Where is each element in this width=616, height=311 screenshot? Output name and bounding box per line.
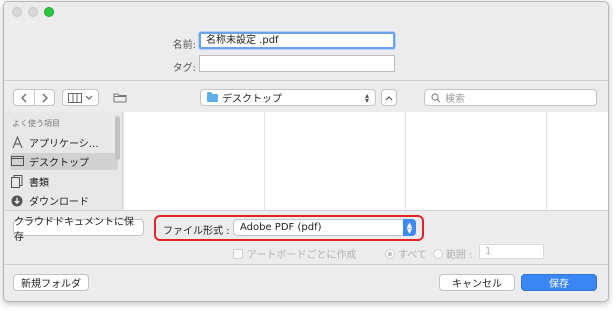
desktop-icon: [10, 155, 24, 169]
chevron-left-icon: [20, 93, 26, 102]
zoom-window-button[interactable]: [44, 7, 54, 17]
separator: [4, 264, 608, 265]
artboard-option: アートボードごとに作成: [233, 246, 356, 261]
column-divider[interactable]: [264, 112, 265, 210]
radio-range-label: 範囲 :: [445, 250, 473, 261]
sidebar-item-desktop[interactable]: デスクトップ: [10, 153, 118, 170]
column-view[interactable]: [124, 112, 608, 210]
range-input[interactable]: 1: [479, 244, 544, 259]
sidebar-item-label: ダウンロード: [29, 197, 89, 208]
tags-input[interactable]: [199, 55, 395, 72]
save-dialog: 名前: 名称未設定 .pdf タグ: デスクトップ ▴ ▾ 検索 よく使う項目 …: [3, 1, 609, 302]
folder-icon: [113, 93, 127, 103]
sidebar-item-downloads[interactable]: ダウンロード: [10, 192, 118, 209]
save-to-cloud-button[interactable]: クラウドドキュメントに保存: [13, 217, 144, 243]
applications-icon: [10, 136, 24, 150]
radio-all[interactable]: [385, 248, 395, 259]
save-button[interactable]: 保存: [521, 274, 597, 291]
chevron-up-icon: [385, 95, 393, 100]
search-icon: [431, 92, 441, 102]
separator: [4, 210, 608, 211]
range-options: すべて 範囲 :: [385, 246, 472, 261]
sidebar: よく使う項目 アプリケーシ… デスクトップ 書類 ダウンロード: [4, 112, 123, 210]
new-folder-toolbar-button[interactable]: [108, 89, 132, 106]
back-button[interactable]: [14, 90, 34, 105]
location-label: デスクトップ: [222, 94, 282, 105]
column-divider[interactable]: [546, 112, 547, 210]
search-field[interactable]: 検索: [424, 89, 597, 106]
tags-label: タグ:: [172, 63, 196, 74]
format-highlight-box: [154, 215, 424, 241]
separator: [4, 80, 608, 81]
desktop-folder-icon: [207, 91, 218, 102]
view-mode-button[interactable]: [62, 89, 99, 106]
documents-icon: [10, 175, 24, 189]
radio-range[interactable]: [432, 248, 443, 259]
location-popup[interactable]: デスクトップ ▴ ▾: [200, 89, 376, 106]
window-controls: [12, 7, 54, 17]
search-placeholder: 検索: [445, 94, 465, 105]
artboard-checkbox[interactable]: [233, 248, 243, 259]
close-window-button[interactable]: [12, 7, 22, 17]
sidebar-item-documents[interactable]: 書類: [10, 173, 118, 190]
cancel-button[interactable]: キャンセル: [439, 274, 515, 291]
radio-all-label: すべて: [398, 250, 427, 261]
sidebar-item-applications[interactable]: アプリケーシ…: [10, 134, 118, 151]
chevron-down-icon: [85, 95, 93, 100]
back-forward-buttons: [13, 89, 55, 106]
sidebar-header: よく使う項目: [12, 119, 60, 128]
column-divider[interactable]: [405, 112, 406, 210]
minimize-window-button[interactable]: [28, 7, 38, 17]
filename-input[interactable]: 名称未設定 .pdf: [199, 32, 395, 49]
expand-collapse-button[interactable]: [381, 89, 397, 106]
sidebar-item-label: 書類: [29, 178, 49, 189]
forward-button[interactable]: [33, 90, 55, 105]
sidebar-item-label: アプリケーシ…: [29, 139, 99, 150]
new-folder-button[interactable]: 新規フォルダ: [13, 274, 89, 291]
column-view-icon: [68, 92, 82, 103]
sidebar-scrollbar[interactable]: [115, 116, 120, 160]
file-browser: よく使う項目 アプリケーシ… デスクトップ 書類 ダウンロード: [4, 112, 608, 210]
name-label: 名前:: [172, 40, 196, 51]
download-icon: [10, 194, 24, 208]
chevron-right-icon: [42, 93, 48, 102]
sidebar-item-label: デスクトップ: [29, 158, 89, 169]
artboard-label: アートボードごとに作成: [247, 250, 357, 261]
updown-arrows-icon: ▴ ▾: [364, 90, 369, 105]
